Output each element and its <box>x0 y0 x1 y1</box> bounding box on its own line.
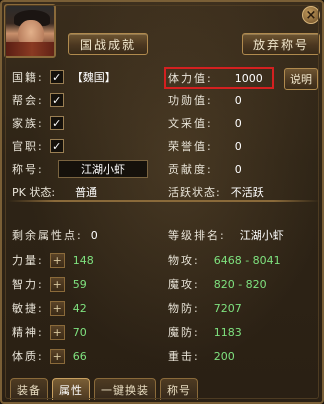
pk-status-value: 普通 <box>75 186 98 199</box>
tab-titles[interactable]: 称号 <box>160 378 198 400</box>
nationality-label: 国籍: <box>12 71 44 84</box>
stat-value: 42 <box>72 301 87 315</box>
nationality-value: 【魏国】 <box>71 71 116 84</box>
merit-value: 0 <box>234 93 242 107</box>
combat-stat-label: 魔攻: <box>168 278 200 291</box>
literary-row: 文采值: 0 <box>168 114 242 132</box>
abandon-title-button[interactable]: 放弃称号 <box>242 33 320 55</box>
combat-stat-row: 魔攻: 820 - 820 <box>168 275 267 293</box>
combat-stat-label: 魔防: <box>168 326 200 339</box>
character-avatar <box>4 4 56 58</box>
stat-value: 59 <box>72 277 87 291</box>
pk-status-label: PK 状态: <box>12 186 56 199</box>
explain-button[interactable]: 说明 <box>284 68 318 90</box>
combat-stat-value: 6468 - 8041 <box>213 253 281 267</box>
title-row: 称号: <box>12 160 44 178</box>
level-rank-label: 等级排名: <box>168 229 226 242</box>
contribution-value: 0 <box>234 162 242 176</box>
add-point-button[interactable]: + <box>49 252 65 268</box>
stat-row: 力量: + 148 <box>12 251 94 269</box>
literary-label: 文采值: <box>168 117 213 130</box>
active-status-value: 不活跃 <box>230 186 264 199</box>
remaining-points-row: 剩余属性点: 0 <box>12 226 98 244</box>
combat-stat-label: 物防: <box>168 302 200 315</box>
tab-quick-equip[interactable]: 一键换装 <box>94 378 156 400</box>
nationality-row: 国籍: ✓ 【魏国】 <box>12 68 116 86</box>
combat-stat-row: 物防: 7207 <box>168 299 242 317</box>
office-label: 官职: <box>12 140 44 153</box>
strength-value: 1000 <box>234 71 263 85</box>
contribution-label: 贡献度: <box>168 163 213 176</box>
office-checkbox[interactable]: ✓ <box>49 139 64 153</box>
close-icon[interactable]: × <box>302 6 320 24</box>
combat-stat-row: 物攻: 6468 - 8041 <box>168 251 281 269</box>
combat-stat-value: 200 <box>213 349 235 363</box>
stat-row: 精神: + 70 <box>12 323 87 341</box>
office-row: 官职: ✓ <box>12 137 64 155</box>
literary-value: 0 <box>234 116 242 130</box>
honor-value: 0 <box>234 139 242 153</box>
info-section: 国籍: ✓ 【魏国】 帮会: ✓ 家族: ✓ 官职: ✓ 称号: 江湖小虾 PK… <box>10 64 320 202</box>
level-rank-value: 江湖小虾 <box>239 229 284 242</box>
stat-value: 66 <box>72 349 87 363</box>
clan-label: 家族: <box>12 117 44 130</box>
strength-row: 体力值: 1000 <box>168 69 263 87</box>
stat-label: 力量: <box>12 254 44 267</box>
title-value: 江湖小虾 <box>58 160 148 178</box>
bottom-tab-bar: 装备 属性 一键换装 称号 <box>10 378 198 400</box>
combat-stat-row: 魔防: 1183 <box>168 323 242 341</box>
add-point-button[interactable]: + <box>49 324 65 340</box>
combat-stat-row: 重击: 200 <box>168 347 235 365</box>
nationality-checkbox[interactable]: ✓ <box>49 70 64 84</box>
merit-row: 功勋值: 0 <box>168 91 242 109</box>
attributes-section: 剩余属性点: 0 等级排名: 江湖小虾 力量: + 148 物攻: 6468 -… <box>10 218 320 368</box>
character-panel: 国战成就 放弃称号 × 国籍: ✓ 【魏国】 帮会: ✓ 家族: ✓ 官职: ✓… <box>0 0 324 404</box>
section-divider <box>8 200 320 202</box>
guild-label: 帮会: <box>12 94 44 107</box>
add-point-button[interactable]: + <box>49 300 65 316</box>
combat-stat-label: 重击: <box>168 350 200 363</box>
honor-row: 荣誉值: 0 <box>168 137 242 155</box>
add-point-button[interactable]: + <box>49 276 65 292</box>
add-point-button[interactable]: + <box>49 348 65 364</box>
stat-row: 敏捷: + 42 <box>12 299 87 317</box>
tab-attributes[interactable]: 属性 <box>52 378 90 400</box>
stat-value: 70 <box>72 325 87 339</box>
combat-stat-value: 1183 <box>213 325 242 339</box>
clan-row: 家族: ✓ <box>12 114 64 132</box>
strength-label: 体力值: <box>168 72 213 85</box>
combat-stat-value: 820 - 820 <box>213 277 267 291</box>
stat-value: 148 <box>72 253 94 267</box>
active-status-label: 活跃状态: <box>168 186 221 199</box>
avatar-robe <box>6 42 54 56</box>
combat-stat-label: 物攻: <box>168 254 200 267</box>
header: 国战成就 放弃称号 × <box>2 2 322 62</box>
title-label: 称号: <box>12 163 44 176</box>
active-status-row: 活跃状态: 不活跃 <box>168 183 264 201</box>
level-rank-row: 等级排名: 江湖小虾 <box>168 226 284 244</box>
merit-label: 功勋值: <box>168 94 213 107</box>
stat-label: 智力: <box>12 278 44 291</box>
contribution-row: 贡献度: 0 <box>168 160 242 178</box>
stat-row: 体质: + 66 <box>12 347 87 365</box>
stat-label: 敏捷: <box>12 302 44 315</box>
stat-label: 精神: <box>12 326 44 339</box>
guild-checkbox[interactable]: ✓ <box>49 93 64 107</box>
honor-label: 荣誉值: <box>168 140 213 153</box>
stat-label: 体质: <box>12 350 44 363</box>
guild-row: 帮会: ✓ <box>12 91 64 109</box>
remaining-points-value: 0 <box>90 228 98 242</box>
remaining-points-label: 剩余属性点: <box>12 229 83 242</box>
tab-equipment[interactable]: 装备 <box>10 378 48 400</box>
pk-status-row: PK 状态: 普通 <box>12 183 97 201</box>
stat-row: 智力: + 59 <box>12 275 87 293</box>
combat-stat-value: 7207 <box>213 301 242 315</box>
nation-war-achievement-button[interactable]: 国战成就 <box>68 33 148 55</box>
clan-checkbox[interactable]: ✓ <box>49 116 64 130</box>
